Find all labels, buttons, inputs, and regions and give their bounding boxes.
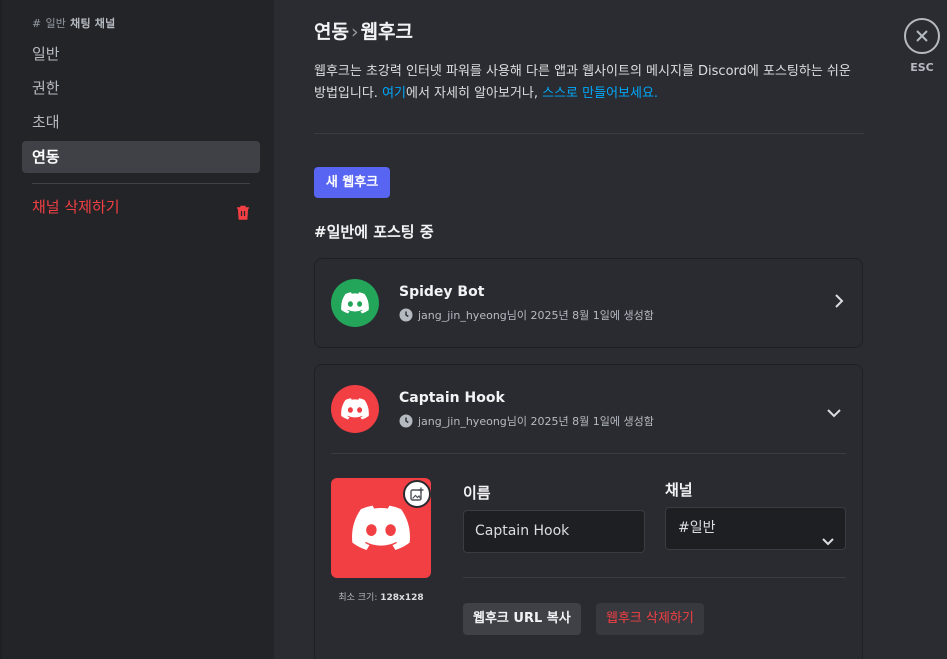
sidebar-item-label: 권한 <box>32 79 60 97</box>
discord-icon <box>352 505 410 550</box>
breadcrumb-separator: › <box>350 21 359 43</box>
chevron-down-icon[interactable] <box>826 403 842 422</box>
webhook-name: Spidey Bot <box>399 284 485 300</box>
close-button[interactable] <box>904 18 940 54</box>
learn-more-link[interactable]: 여기 <box>382 86 406 101</box>
sidebar-item-integrations[interactable]: 연동 <box>22 141 260 173</box>
copy-webhook-url-button[interactable]: 웹후크 URL 복사 <box>463 603 581 635</box>
settings-sidebar: # 일반 채팅 채널 일반 권한 초대 연동 채널 삭제하기 <box>0 0 274 659</box>
webhook-name-input[interactable]: Captain Hook <box>463 510 645 553</box>
sidebar-header: # 일반 채팅 채널 <box>32 15 115 31</box>
name-label: 이름 <box>463 484 491 502</box>
sidebar-item-permissions[interactable]: 권한 <box>22 72 260 104</box>
editor-divider <box>463 577 846 578</box>
sidebar-item-general[interactable]: 일반 <box>22 38 260 70</box>
min-size-label: 최소 크기: <box>338 593 381 603</box>
breadcrumb-current: 웹후크 <box>360 21 414 43</box>
webhook-meta: jang_jin_hyeong님이 2025년 8월 1일에 생성함 <box>399 307 654 323</box>
channel-select[interactable]: #일반 <box>665 507 846 550</box>
section-divider <box>314 133 864 134</box>
chevron-down-icon <box>821 522 835 563</box>
webhook-creator: jang_jin_hyeong <box>418 309 507 322</box>
close-icon <box>916 30 928 42</box>
webhook-avatar <box>331 385 379 433</box>
header-hash: # <box>32 17 42 30</box>
delete-webhook-button[interactable]: 웹후크 삭제하기 <box>596 603 704 635</box>
description-text-2: 에서 자세히 알아보거나, <box>406 86 543 101</box>
delete-channel-button[interactable]: 채널 삭제하기 <box>22 192 260 224</box>
webhook-meta: jang_jin_hyeong님이 2025년 8월 1일에 생성함 <box>399 413 654 429</box>
breadcrumb: 연동 › 웹후크 <box>314 17 413 44</box>
sidebar-item-invites[interactable]: 초대 <box>22 106 260 138</box>
card-divider <box>331 453 846 454</box>
new-webhook-button[interactable]: 새 웹후크 <box>314 167 390 198</box>
sidebar-item-label: 초대 <box>32 113 60 131</box>
min-size-value: 128x128 <box>380 593 424 603</box>
webhook-description: 웹후크는 초강력 인터넷 파워를 사용해 다른 앱과 웹사이트의 메시지를 Di… <box>314 61 864 105</box>
image-plus-icon[interactable] <box>403 480 431 508</box>
main-content: 연동 › 웹후크 웹후크는 초강력 인터넷 파워를 사용해 다른 앱과 웹사이트의 … <box>274 0 947 659</box>
webhook-created: 님이 2025년 8월 1일에 생성함 <box>506 415 654 428</box>
header-channel: 일반 <box>45 17 67 30</box>
channel-select-value: #일반 <box>678 520 716 536</box>
chevron-right-icon[interactable] <box>834 293 844 313</box>
webhook-avatar <box>331 279 379 327</box>
sidebar-item-label: 일반 <box>32 45 60 63</box>
channel-label: 채널 <box>665 481 693 499</box>
sidebar-divider <box>32 183 250 184</box>
close-settings[interactable]: ESC <box>902 18 942 74</box>
trash-icon <box>236 200 250 230</box>
discord-icon <box>341 398 369 420</box>
webhook-created: 님이 2025년 8월 1일에 생성함 <box>506 309 654 322</box>
section-title: #일반에 포스팅 중 <box>314 223 434 241</box>
sidebar-edge <box>0 0 2 659</box>
delete-channel-label: 채널 삭제하기 <box>32 198 120 216</box>
esc-label: ESC <box>910 61 934 74</box>
webhook-name: Captain Hook <box>399 390 505 406</box>
clock-icon <box>399 308 413 322</box>
clock-icon <box>399 414 413 428</box>
webhook-card-captain-hook: Captain Hook jang_jin_hyeong님이 2025년 8월 … <box>314 364 863 659</box>
webhook-card-spidey-bot[interactable]: Spidey Bot jang_jin_hyeong님이 2025년 8월 1일… <box>314 258 863 348</box>
build-your-own-link[interactable]: 스스로 만들어보세요. <box>542 86 658 101</box>
sidebar-item-label: 연동 <box>32 148 60 166</box>
header-title: 채팅 채널 <box>70 17 116 30</box>
webhook-creator: jang_jin_hyeong <box>418 415 507 428</box>
breadcrumb-parent[interactable]: 연동 <box>314 21 349 43</box>
min-size-hint: 최소 크기: 128x128 <box>331 590 431 603</box>
discord-icon <box>341 292 369 314</box>
